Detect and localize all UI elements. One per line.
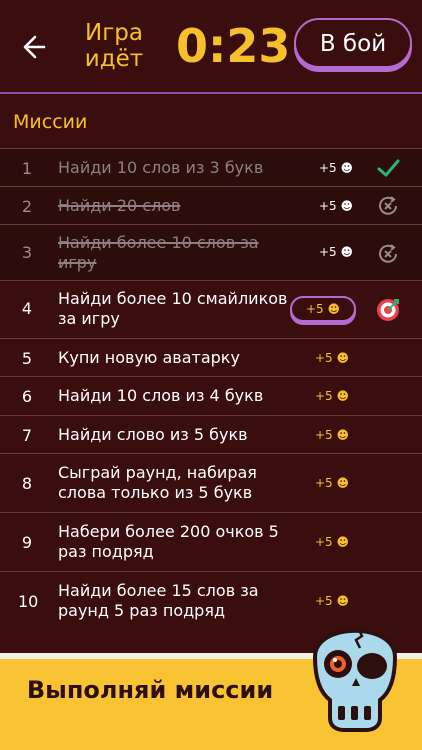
mission-text: Найди 20 слов xyxy=(58,196,181,215)
mission-reward: +5 ☻ xyxy=(318,245,353,259)
mission-reward: +5 ☻ xyxy=(314,428,349,442)
mission-text: Найди более 10 слов за игру xyxy=(58,233,259,272)
target-icon xyxy=(377,299,399,321)
header: Игра идёт 0:23 В бой xyxy=(0,0,422,92)
mission-row: 8 Сыграй раунд, набирая слова только из … xyxy=(0,453,422,512)
mission-row: 5 Купи новую аватарку +5 ☻ xyxy=(0,338,422,376)
mission-number: 8 xyxy=(21,474,33,493)
mission-reward: +5 ☻ xyxy=(314,351,349,365)
mission-reward: +5 ☻ xyxy=(318,161,353,175)
mission-text: Набери более 200 очков 5 раз подряд xyxy=(58,522,279,561)
timer: 0:23 xyxy=(176,19,291,73)
battle-button[interactable]: В бой xyxy=(294,18,412,68)
bottom-banner-label: Выполняй миссии xyxy=(26,676,274,704)
mission-text: Найди более 10 смайликов за игру xyxy=(58,289,288,328)
mission-text: Найди 10 слов из 4 букв xyxy=(58,386,264,405)
mission-row: 6 Найди 10 слов из 4 букв +5 ☻ xyxy=(0,376,422,415)
mission-row: 1 Найди 10 слов из 3 букв +5 ☻ xyxy=(0,148,422,186)
mission-number: 2 xyxy=(21,197,33,216)
mission-text: Купи новую аватарку xyxy=(58,348,240,367)
mission-row: 3 Найди более 10 слов за игру +5 ☻ xyxy=(0,224,422,280)
mission-number: 9 xyxy=(21,533,33,552)
mission-reward: +5 ☻ xyxy=(314,535,349,549)
cancel-refresh-icon xyxy=(379,196,397,215)
cancel-refresh-icon xyxy=(379,244,397,263)
mission-reward: +5 ☻ xyxy=(314,389,349,403)
mission-number: 4 xyxy=(21,299,33,318)
mission-row: 7 Найди слово из 5 букв +5 ☻ xyxy=(0,415,422,453)
mission-number: 6 xyxy=(21,387,33,406)
mission-number: 1 xyxy=(21,159,33,178)
mission-number: 3 xyxy=(21,243,33,262)
arrow-left-icon[interactable] xyxy=(22,32,48,62)
header-divider xyxy=(0,92,422,94)
mission-number: 5 xyxy=(21,349,33,368)
mission-number: 10 xyxy=(18,592,39,611)
mission-row: 9 Набери более 200 очков 5 раз подряд +5… xyxy=(0,512,422,571)
mission-reward: +5 ☻ xyxy=(314,476,349,490)
active-reward-pill[interactable]: +5 ☻ xyxy=(290,296,356,322)
mission-reward: +5 ☻ xyxy=(318,199,353,213)
mission-text: Найди слово из 5 букв xyxy=(58,425,248,444)
missions-list: 1 Найди 10 слов из 3 букв +5 ☻ 2 Найди 2… xyxy=(0,148,422,629)
mission-number: 7 xyxy=(21,426,33,445)
mission-row: 2 Найди 20 слов +5 ☻ xyxy=(0,186,422,224)
section-title: Миссии xyxy=(13,111,88,133)
mission-row: 4 Найди более 10 смайликов за игру +5 ☻ xyxy=(0,280,422,338)
check-icon xyxy=(377,159,400,177)
mission-text: Найди более 15 слов за раунд 5 раз подря… xyxy=(58,581,259,620)
mission-text: Найди 10 слов из 3 букв xyxy=(58,158,264,177)
game-status: Игра идёт xyxy=(84,20,144,72)
skull-mascot-icon xyxy=(312,627,398,732)
mission-text: Сыграй раунд, набирая слова только из 5 … xyxy=(58,463,257,502)
